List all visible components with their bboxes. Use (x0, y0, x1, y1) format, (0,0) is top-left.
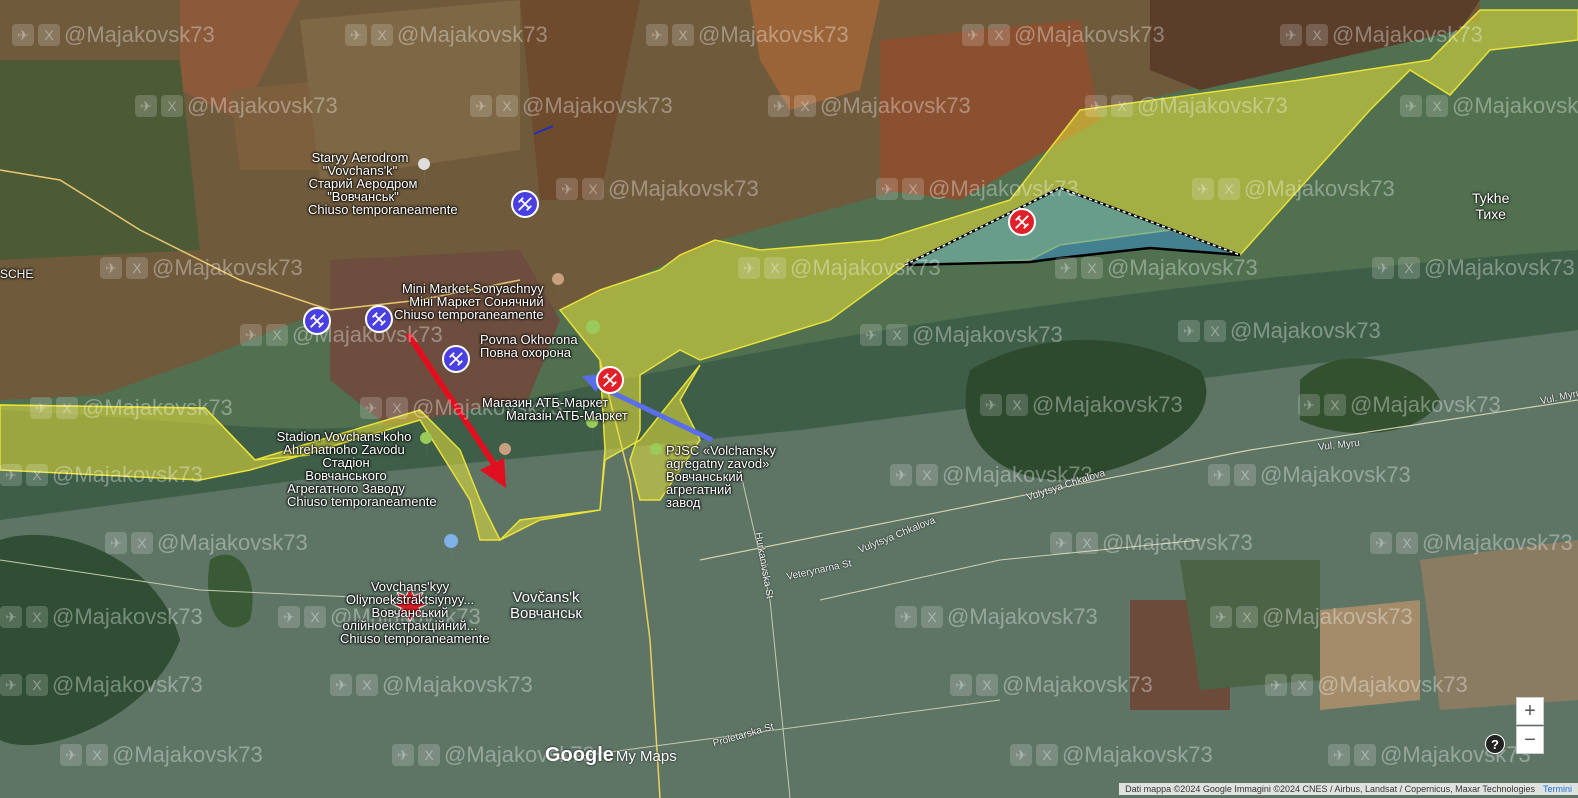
watermark: ✈X@Majakovsk73 (768, 93, 971, 119)
watermark: ✈X@Majakovsk73 (646, 22, 849, 48)
watermark: ✈X@Majakovsk73 (1055, 255, 1258, 281)
unit-marker[interactable] (511, 190, 539, 218)
place-label-edge[interactable]: SCHE (0, 268, 33, 281)
watermark: ✈X@Majakovsk73 (1210, 604, 1413, 630)
aircraft-icon (603, 373, 617, 387)
unit-marker[interactable] (1008, 208, 1036, 236)
place-label-oliynoek[interactable]: Vovchans'kyy Oliynoekstraktsiynyy... Вов… (340, 580, 490, 645)
aircraft-icon (1015, 215, 1029, 229)
watermark: ✈X@Majakovsk73 (345, 22, 548, 48)
aircraft-icon (310, 314, 324, 328)
watermark: ✈X@Majakovsk73 (105, 530, 308, 556)
zoom-in-button[interactable]: + (1516, 697, 1544, 725)
watermark: ✈X@Majakovsk73 (1085, 93, 1288, 119)
watermark: ✈X@Majakovsk73 (1192, 176, 1395, 202)
watermark: ✈X@Majakovsk73 (12, 22, 215, 48)
terms-link[interactable]: Termini (1543, 784, 1572, 794)
watermark: ✈X@Majakovsk73 (1208, 462, 1411, 488)
watermark: ✈X@Majakovsk73 (30, 395, 233, 421)
watermark: ✈X@Majakovsk73 (1280, 22, 1483, 48)
map-attribution: Dati mappa ©2024 Google Immagini ©2024 C… (1119, 783, 1578, 795)
watermark: ✈X@Majakovsk73 (876, 176, 1079, 202)
city-label-vovchansk[interactable]: Vovčans'k Вовчанськ (510, 590, 582, 622)
watermark: ✈X@Majakovsk73 (470, 93, 673, 119)
place-label-atb[interactable]: Магазин АТБ-Маркет Магазін АТБ-Маркет (482, 396, 628, 422)
zoom-out-button[interactable]: − (1516, 726, 1544, 754)
watermark: ✈X@Majakovsk73 (1265, 672, 1468, 698)
watermark: ✈X@Majakovsk73 (100, 255, 303, 281)
watermark: ✈X@Majakovsk73 (950, 672, 1153, 698)
watermark: ✈X@Majakovsk73 (330, 672, 533, 698)
watermark: ✈X@Majakovsk73 (60, 742, 263, 768)
watermark: ✈X@Majakovsk73 (738, 255, 941, 281)
aircraft-icon (449, 352, 463, 366)
unit-marker[interactable] (596, 366, 624, 394)
aircraft-icon (518, 197, 532, 211)
place-label-pjsc[interactable]: PJSC «Volchansky agregatny zavod» Вовчан… (666, 444, 784, 509)
watermark: ✈X@Majakovsk73 (135, 93, 338, 119)
aircraft-icon (372, 312, 386, 326)
place-label-minimarket[interactable]: Mini Market Sonyachnyy Міні Маркет Соняч… (394, 282, 544, 321)
google-mymaps-logo: Google My Maps (545, 744, 677, 766)
place-label-povna[interactable]: Povna Okhorona Повна охорона (480, 333, 578, 359)
watermark: ✈X@Majakovsk73 (0, 672, 203, 698)
watermark: ✈X@Majakovsk73 (1370, 530, 1573, 556)
watermark: ✈X@Majakovsk73 (1178, 318, 1381, 344)
watermark: ✈X@Majakovsk73 (1372, 255, 1575, 281)
unit-marker[interactable] (365, 305, 393, 333)
watermark: ✈X@Majakovsk73 (240, 322, 443, 348)
unit-marker[interactable] (442, 345, 470, 373)
watermark: ✈X@Majakovsk73 (962, 22, 1165, 48)
watermark: ✈X@Majakovsk73 (1010, 742, 1213, 768)
watermark: ✈X@Majakovsk73 (556, 176, 759, 202)
help-icon[interactable]: ? (1485, 734, 1505, 754)
watermark: ✈X@Majakovsk73 (1298, 392, 1501, 418)
watermark: ✈X@Majakovsk73 (0, 604, 203, 630)
watermark: ✈X@Majakovsk73 (980, 392, 1183, 418)
unit-marker[interactable] (303, 307, 331, 335)
place-label-aerodrom[interactable]: Staryy Aerodrom "Vovchans'k" Старий Аеро… (308, 151, 458, 216)
watermark: ✈X@Majakovsk73 (0, 462, 203, 488)
watermark: ✈X@Majakovsk73 (1400, 93, 1578, 119)
watermark: ✈X@Majakovsk73 (895, 604, 1098, 630)
place-label-stadion[interactable]: Stadion Vovchans'koho Ahrehatnoho Zavodu… (269, 430, 437, 508)
watermark: ✈X@Majakovsk73 (1050, 530, 1253, 556)
village-label-tykhe[interactable]: Tykhe Тихе (1472, 190, 1509, 222)
watermark: ✈X@Majakovsk73 (860, 322, 1063, 348)
